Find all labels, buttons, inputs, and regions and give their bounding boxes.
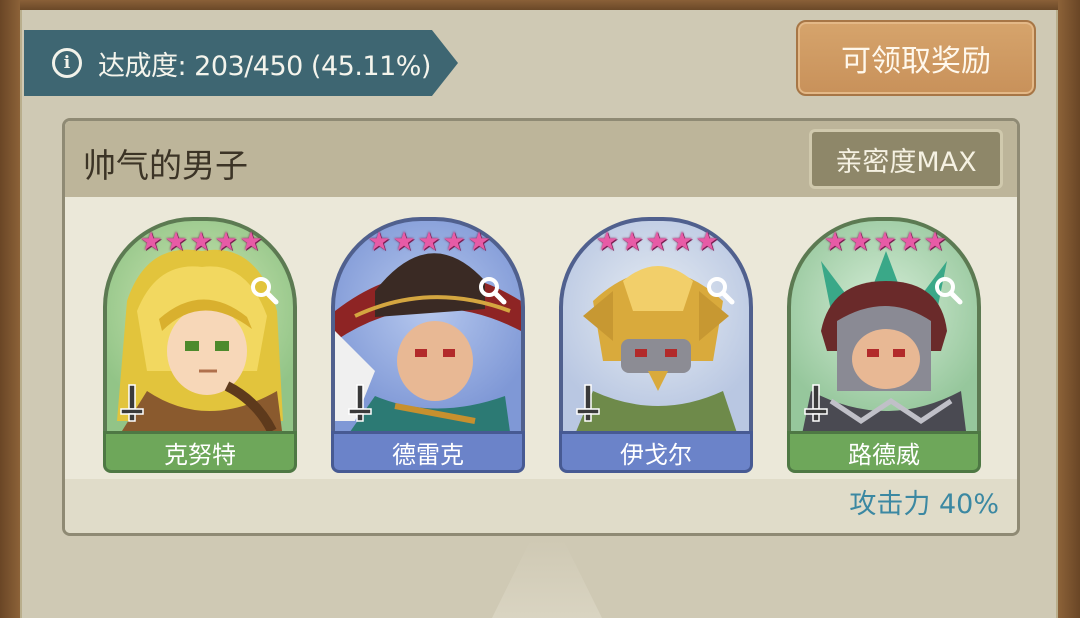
hero-star-rating: ★ ★ ★ ★ ★ [367, 227, 491, 257]
collection-bonus-text: 攻击力 40% [849, 489, 999, 520]
collection-title: 帅气的男子 [83, 146, 248, 185]
zoom-icon[interactable] [477, 275, 507, 305]
hero-star-rating: ★ ★ ★ ★ ★ [595, 227, 719, 257]
hero-card-drake[interactable]: ★ ★ ★ ★ ★ 德雷克 [331, 217, 525, 475]
hero-star-rating: ★ ★ ★ ★ ★ [823, 227, 947, 257]
sword-icon [804, 384, 828, 422]
zoom-icon[interactable] [933, 275, 963, 305]
achievement-progress-text: 达成度: 203/450 (45.11%) [98, 50, 431, 82]
affinity-status-badge: 亲密度MAX [809, 129, 1003, 189]
claim-reward-button[interactable]: 可领取奖励 [796, 20, 1036, 96]
sword-icon [576, 384, 600, 422]
hero-star-rating: ★ ★ ★ ★ ★ [139, 227, 263, 257]
collection-set-card: 帅气的男子 亲密度MAX ★ ★ ★ ★ ★ 克努特 ★ ★ ★ ★ ★ 德雷克… [62, 118, 1020, 536]
zoom-icon[interactable] [249, 275, 279, 305]
zoom-icon[interactable] [705, 275, 735, 305]
background-light-beam [492, 540, 602, 618]
collection-panel: i 达成度: 203/450 (45.11%) 可领取奖励 帅气的男子 亲密度M… [20, 10, 1058, 618]
sword-icon [120, 384, 144, 422]
hero-name-label: 克努特 [103, 431, 297, 473]
window-frame-right [1058, 0, 1080, 618]
sword-icon [348, 384, 372, 422]
window-frame-left [0, 0, 20, 618]
achievement-progress-banner[interactable]: i 达成度: 203/450 (45.11%) [24, 30, 458, 96]
hero-card-knut[interactable]: ★ ★ ★ ★ ★ 克努特 [103, 217, 297, 475]
collection-footer: 攻击力 40% [65, 479, 1017, 533]
info-icon[interactable]: i [52, 48, 82, 78]
hero-name-label: 伊戈尔 [559, 431, 753, 473]
hero-name-label: 德雷克 [331, 431, 525, 473]
hero-card-ludwig[interactable]: ★ ★ ★ ★ ★ 路德威 [787, 217, 981, 475]
hero-name-label: 路德威 [787, 431, 981, 473]
collection-header: 帅气的男子 亲密度MAX [65, 121, 1017, 197]
hero-card-igor[interactable]: ★ ★ ★ ★ ★ 伊戈尔 [559, 217, 753, 475]
